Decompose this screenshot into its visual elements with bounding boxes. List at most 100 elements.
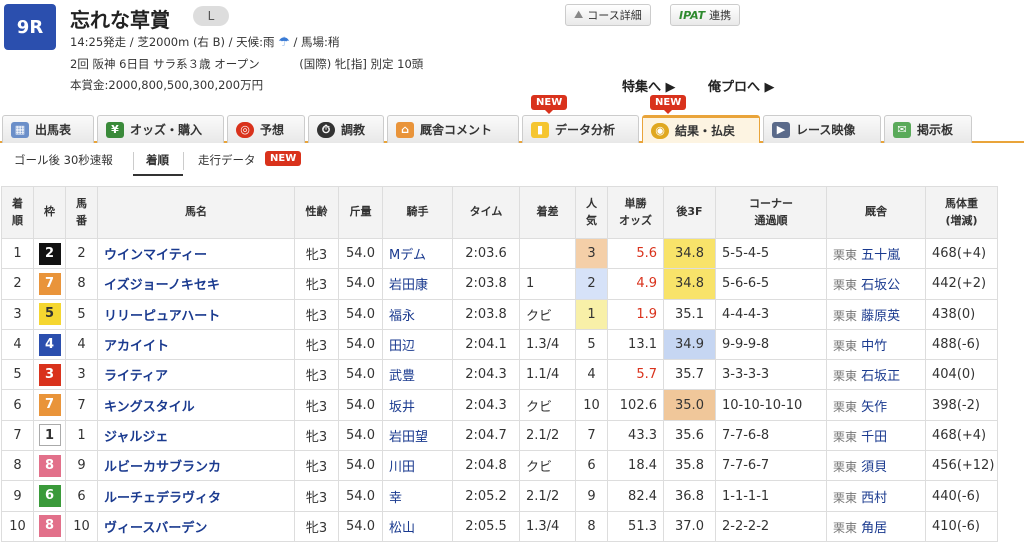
waku-badge: 6 <box>38 485 61 508</box>
cell-corner: 10-10-10-10 <box>715 389 827 421</box>
horse-name-link[interactable]: キングスタイル <box>97 389 295 421</box>
trainer-location: 栗東 <box>833 399 858 414</box>
jockey-link[interactable]: 岩田康 <box>382 268 453 300</box>
col-weight[interactable]: 斤量 <box>338 186 383 239</box>
cell-last-3f: 35.6 <box>663 419 716 452</box>
race-class-line: 2回 阪神 6日目 サラ系３歳 オープン (国際) 牝[指] 別定 10頭 <box>70 56 423 72</box>
tab-data-analysis[interactable]: ▮ データ分析 <box>522 115 639 143</box>
tab-race-video[interactable]: ▶ レース映像 <box>763 115 881 143</box>
cell-sex-age: 牝3 <box>294 359 339 391</box>
col-time[interactable]: タイム <box>452 186 520 239</box>
trainer-link[interactable]: 矢作 <box>861 400 887 415</box>
cell-time: 2:03.8 <box>452 298 520 330</box>
col-horse-number[interactable]: 馬番 <box>65 186 98 239</box>
jockey-link[interactable]: 岩田望 <box>382 419 453 452</box>
cell-last-3f: 35.8 <box>663 450 716 482</box>
cell-rank: 3 <box>1 298 34 330</box>
col-win-odds[interactable]: 単勝 オッズ <box>607 186 664 239</box>
table-row: 4 4 4 アカイイト 牝3 54.0 田辺 2:04.1 1.3/4 5 13.1 34.9 9-9-… <box>1 328 998 361</box>
jockey-link[interactable]: 福永 <box>382 298 453 330</box>
tab-prediction[interactable]: ◎ 予想 <box>227 115 305 143</box>
trainer-link[interactable]: 角居 <box>861 521 887 536</box>
col-corner[interactable]: コーナー 通過順 <box>715 186 827 239</box>
tab-results[interactable]: ◉ 結果・払戻 <box>642 115 760 143</box>
subtab-running-data[interactable]: 走行データ <box>198 152 256 168</box>
cell-win-odds: 13.1 <box>607 328 664 361</box>
horse-name-link[interactable]: ルーチェデラヴィタ <box>97 480 295 512</box>
bar-chart-icon: ▮ <box>531 121 549 138</box>
cell-corner: 5-6-6-5 <box>715 268 827 300</box>
jockey-link[interactable]: Mデム <box>382 237 453 270</box>
col-waku[interactable]: 枠 <box>33 186 66 239</box>
cell-corner: 9-9-9-8 <box>715 328 827 361</box>
trainer-link[interactable]: 中竹 <box>861 339 887 354</box>
jockey-link[interactable]: 幸 <box>382 480 453 512</box>
tab-board[interactable]: ✉ 掲示板 <box>884 115 972 143</box>
horse-name-link[interactable]: ルビーカサブランカ <box>97 450 295 482</box>
cell-horse-number: 4 <box>65 328 98 361</box>
subtab-finish-order[interactable]: 着順 <box>146 152 169 168</box>
cell-rank: 6 <box>1 389 34 421</box>
course-detail-button[interactable]: ⛰ コース詳細 <box>565 4 651 26</box>
trainer-link[interactable]: 五十嵐 <box>861 248 900 263</box>
waku-badge: 7 <box>38 272 61 295</box>
cell-win-odds: 5.7 <box>607 359 664 391</box>
jockey-link[interactable]: 川田 <box>382 450 453 482</box>
subtab-early-report[interactable]: ゴール後 30秒速報 <box>14 152 113 168</box>
horse-name-link[interactable]: ジャルジェ <box>97 419 295 452</box>
horse-name-link[interactable]: リリーピュアハート <box>97 298 295 330</box>
jockey-link[interactable]: 坂井 <box>382 389 453 421</box>
col-sex-age[interactable]: 性齢 <box>294 186 339 239</box>
tab-stable-comment[interactable]: ⌂ 厩舎コメント <box>387 115 519 143</box>
active-subtab-underline <box>133 174 183 176</box>
trainer-link[interactable]: 石坂公 <box>861 278 900 293</box>
special-feature-link[interactable]: 特集へ ▶ <box>622 76 676 95</box>
horse-name-link[interactable]: ライティア <box>97 359 295 391</box>
tab-training[interactable]: ⏱ 調教 <box>308 115 384 143</box>
col-popularity[interactable]: 人気 <box>575 186 608 239</box>
cell-waku: 4 <box>33 328 66 361</box>
col-body-weight[interactable]: 馬体重 (増減) <box>925 186 998 239</box>
tab-odds[interactable]: ¥ オッズ・購入 <box>97 115 224 143</box>
tab-entries[interactable]: ▦ 出馬表 <box>2 115 94 143</box>
cell-corner: 7-7-6-8 <box>715 419 827 452</box>
col-rank[interactable]: 着順 <box>1 186 34 239</box>
cell-waku: 1 <box>33 419 66 452</box>
col-margin[interactable]: 着差 <box>519 186 576 239</box>
waku-badge: 7 <box>38 394 61 417</box>
trainer-link[interactable]: 西村 <box>861 491 887 506</box>
cell-waku: 8 <box>33 450 66 482</box>
stopwatch-icon: ⏱ <box>317 121 335 138</box>
subtab-divider <box>183 152 184 170</box>
jockey-link[interactable]: 田辺 <box>382 328 453 361</box>
cell-win-odds: 102.6 <box>607 389 664 421</box>
ore-pro-link[interactable]: 俺プロへ ▶ <box>708 76 775 95</box>
cell-horse-number: 10 <box>65 510 98 542</box>
cell-body-weight: 442(+2) <box>925 268 998 300</box>
ipat-link-button[interactable]: IPAT 連携 <box>670 4 741 26</box>
col-trainer[interactable]: 厩舎 <box>826 186 926 239</box>
trainer-link[interactable]: 石坂正 <box>861 369 900 384</box>
horse-name-link[interactable]: アカイイト <box>97 328 295 361</box>
col-horse-name[interactable]: 馬名 <box>97 186 295 239</box>
trainer-link[interactable]: 藤原英 <box>861 309 900 324</box>
cell-margin: 1.1/4 <box>519 359 576 391</box>
trainer-link[interactable]: 須貝 <box>861 460 887 475</box>
cell-weight: 54.0 <box>338 268 383 300</box>
horse-name-link[interactable]: イズジョーノキセキ <box>97 268 295 300</box>
horse-name-link[interactable]: ヴィースバーデン <box>97 510 295 542</box>
race-prize: 本賞金:2000,800,500,300,200万円 <box>70 78 264 92</box>
cell-horse-number: 9 <box>65 450 98 482</box>
race-title: 忘れな草賞 <box>70 8 170 32</box>
waku-badge: 4 <box>38 333 61 356</box>
col-last-3f[interactable]: 後3F <box>663 186 716 239</box>
course-detail-label: コース詳細 <box>587 9 642 22</box>
jockey-link[interactable]: 松山 <box>382 510 453 542</box>
horse-name-link[interactable]: ウインマイティー <box>97 237 295 270</box>
col-jockey[interactable]: 騎手 <box>382 186 453 239</box>
trainer-link[interactable]: 千田 <box>861 430 887 445</box>
coins-icon: ◉ <box>651 122 669 139</box>
cell-popularity: 4 <box>575 359 608 391</box>
cell-sex-age: 牝3 <box>294 237 339 270</box>
jockey-link[interactable]: 武豊 <box>382 359 453 391</box>
